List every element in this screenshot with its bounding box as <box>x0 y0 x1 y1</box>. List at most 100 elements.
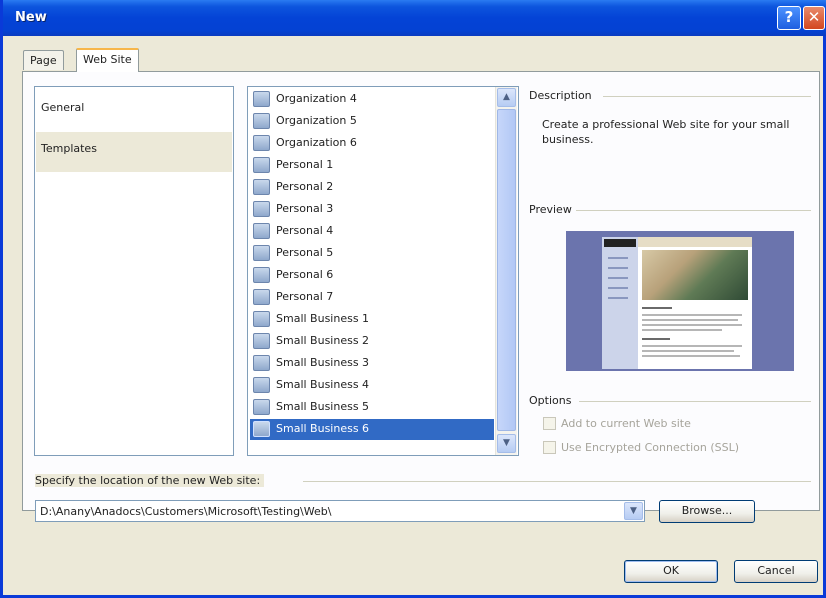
chevron-down-icon[interactable]: ▼ <box>624 502 643 520</box>
add-to-current-checkbox[interactable] <box>543 417 556 430</box>
web-template-icon <box>253 267 270 283</box>
location-divider <box>303 481 811 482</box>
preview-text-line <box>642 319 738 321</box>
web-template-icon <box>253 399 270 415</box>
preview-page <box>602 237 752 369</box>
tab-web-site[interactable]: Web Site <box>76 48 139 72</box>
preview-text-line <box>642 355 740 357</box>
web-template-icon <box>253 311 270 327</box>
web-template-icon <box>253 289 270 305</box>
category-list: General Templates <box>34 86 234 456</box>
preview-logo <box>604 239 636 247</box>
preview-heading-line <box>642 338 670 340</box>
new-dialog: New ? ✕ Page Web Site General Templates … <box>0 0 826 598</box>
preview-nav-line <box>608 257 628 259</box>
preview-nav-line <box>608 287 628 289</box>
web-template-icon <box>253 245 270 261</box>
template-label: Personal 3 <box>276 202 334 215</box>
category-templates[interactable]: Templates <box>36 132 232 172</box>
preview-text-line <box>642 350 734 352</box>
close-button[interactable]: ✕ <box>803 6 825 30</box>
template-label: Small Business 1 <box>276 312 370 325</box>
template-item[interactable]: Small Business 1 <box>250 309 494 330</box>
template-label: Organization 6 <box>276 136 357 149</box>
template-label: Personal 5 <box>276 246 334 259</box>
web-template-icon <box>253 355 270 371</box>
template-item[interactable]: Organization 6 <box>250 133 494 154</box>
location-label: Specify the location of the new Web site… <box>35 474 265 487</box>
location-combobox[interactable]: D:\Anany\Anadocs\Customers\Microsoft\Tes… <box>35 500 645 522</box>
window-title: New <box>15 10 47 25</box>
template-item[interactable]: Personal 2 <box>250 177 494 198</box>
template-item[interactable]: Small Business 2 <box>250 331 494 352</box>
template-label: Small Business 5 <box>276 400 370 413</box>
web-template-icon <box>253 179 270 195</box>
web-template-icon <box>253 135 270 151</box>
template-label: Personal 7 <box>276 290 334 303</box>
template-label: Personal 6 <box>276 268 334 281</box>
tab-page[interactable]: Page <box>23 50 64 70</box>
scroll-down-icon[interactable]: ▼ <box>497 434 516 453</box>
template-label: Small Business 3 <box>276 356 370 369</box>
template-item[interactable]: Small Business 3 <box>250 353 494 374</box>
template-label: Personal 1 <box>276 158 334 171</box>
template-item[interactable]: Organization 5 <box>250 111 494 132</box>
preview-header <box>638 237 752 247</box>
template-label: Organization 5 <box>276 114 357 127</box>
preview-nav <box>602 237 638 369</box>
preview-nav-line <box>608 297 628 299</box>
web-template-icon <box>253 377 270 393</box>
browse-button[interactable]: Browse... <box>659 500 755 523</box>
template-list: Organization 4 Organization 5 Organizati… <box>247 86 519 456</box>
add-to-current-label: Add to current Web site <box>561 417 691 430</box>
preview-heading-line <box>642 307 672 309</box>
template-preview-image <box>566 231 794 371</box>
web-template-icon <box>253 223 270 239</box>
description-text: Create a professional Web site for your … <box>542 118 790 146</box>
web-template-icon <box>253 421 270 437</box>
preview-text-line <box>642 345 742 347</box>
preview-text-line <box>642 329 722 331</box>
template-item[interactable]: Personal 5 <box>250 243 494 264</box>
preview-divider <box>575 210 811 211</box>
template-item[interactable]: Personal 3 <box>250 199 494 220</box>
template-item-selected[interactable]: Small Business 6 <box>250 419 494 440</box>
options-label: Options <box>529 394 576 407</box>
title-bar[interactable]: New ? ✕ <box>3 0 826 36</box>
scroll-up-icon[interactable]: ▲ <box>497 88 516 107</box>
template-label: Personal 2 <box>276 180 334 193</box>
template-label: Small Business 4 <box>276 378 370 391</box>
cancel-button[interactable]: Cancel <box>734 560 818 583</box>
category-general[interactable]: General <box>36 91 232 131</box>
web-template-icon <box>253 157 270 173</box>
template-label: Small Business 2 <box>276 334 370 347</box>
scroll-thumb[interactable] <box>497 109 516 431</box>
location-value[interactable]: D:\Anany\Anadocs\Customers\Microsoft\Tes… <box>40 505 331 518</box>
preview-photo <box>642 250 748 300</box>
template-item[interactable]: Organization 4 <box>250 89 494 110</box>
template-item[interactable]: Small Business 5 <box>250 397 494 418</box>
use-ssl-checkbox[interactable] <box>543 441 556 454</box>
template-item[interactable]: Personal 7 <box>250 287 494 308</box>
description-label: Description <box>529 89 596 102</box>
description-divider <box>603 96 811 97</box>
template-label: Organization 4 <box>276 92 357 105</box>
template-item[interactable]: Personal 4 <box>250 221 494 242</box>
preview-text-line <box>642 324 742 326</box>
web-template-icon <box>253 333 270 349</box>
web-template-icon <box>253 113 270 129</box>
preview-text-line <box>642 314 742 316</box>
template-label: Small Business 6 <box>276 422 370 435</box>
template-list-scrollbar[interactable]: ▲ ▼ <box>495 87 517 455</box>
help-button[interactable]: ? <box>777 6 801 30</box>
template-item[interactable]: Personal 1 <box>250 155 494 176</box>
use-ssl-label: Use Encrypted Connection (SSL) <box>561 441 740 454</box>
options-divider <box>579 401 811 402</box>
web-template-icon <box>253 201 270 217</box>
preview-nav-line <box>608 267 628 269</box>
template-item[interactable]: Small Business 4 <box>250 375 494 396</box>
ok-button[interactable]: OK <box>624 560 718 583</box>
template-item[interactable]: Personal 6 <box>250 265 494 286</box>
template-label: Personal 4 <box>276 224 334 237</box>
web-template-icon <box>253 91 270 107</box>
